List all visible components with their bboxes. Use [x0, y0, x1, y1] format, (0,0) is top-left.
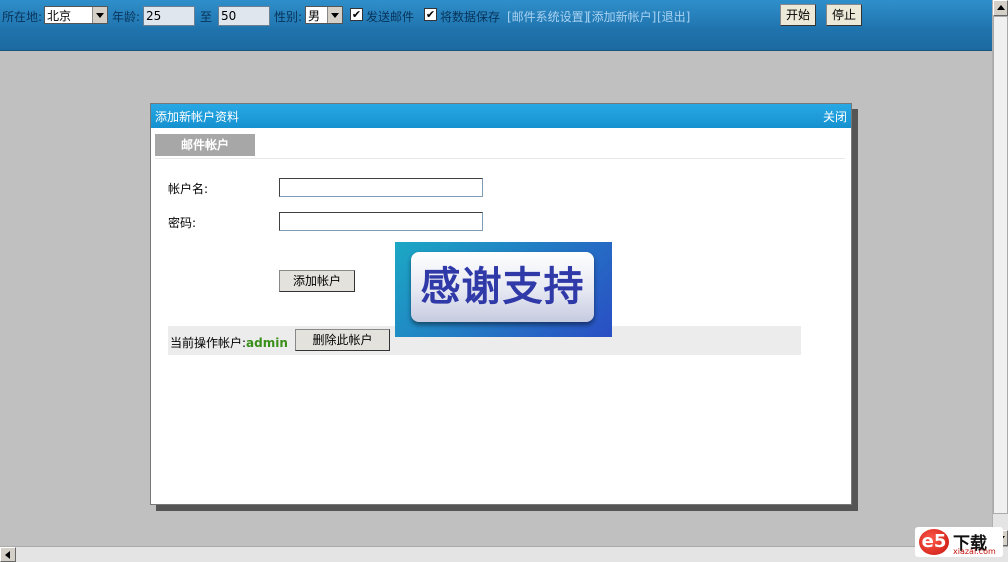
delete-account-button[interactable]: 删除此帐户 — [295, 329, 390, 351]
password-label: 密码: — [168, 216, 197, 230]
chevron-down-icon[interactable] — [92, 7, 107, 23]
thanks-banner: 感谢支持 — [395, 242, 612, 337]
age-max-input[interactable]: 50 — [218, 6, 270, 26]
horizontal-scrollbar[interactable] — [0, 546, 1008, 562]
save-data-checkbox[interactable]: ✔ — [424, 8, 437, 21]
account-name-label: 帐户名: — [168, 182, 209, 196]
logout-link[interactable]: [退出] — [657, 8, 690, 26]
top-toolbar: 所在地: 北京 年龄: 25 至 50 性别: 男 ✔ 发送邮件 ✔ 将数据保存… — [0, 0, 992, 51]
thanks-banner-text: 感谢支持 — [411, 252, 594, 322]
dialog-close-button[interactable]: 关闭 — [823, 108, 847, 125]
start-button[interactable]: 开始 — [780, 4, 817, 26]
location-select[interactable]: 北京 — [44, 6, 108, 24]
stop-button[interactable]: 停止 — [826, 4, 863, 26]
save-data-label: 将数据保存 — [440, 10, 501, 24]
add-account-button[interactable]: 添加帐户 — [279, 270, 355, 292]
gender-label: 性别: — [274, 10, 303, 24]
scroll-left-icon[interactable] — [0, 547, 16, 562]
tab-bar: 邮件帐户 — [155, 134, 845, 159]
current-account-label-text: 当前操作帐户: — [170, 336, 247, 350]
current-account-label: 当前操作帐户:admin — [170, 334, 288, 351]
account-name-input[interactable] — [279, 178, 483, 197]
site-watermark: e5 下载 xiazai.com — [915, 527, 1003, 557]
location-label: 所在地: — [2, 10, 43, 24]
scroll-up-icon[interactable] — [993, 0, 1008, 16]
chevron-down-icon[interactable] — [327, 7, 342, 23]
watermark-url: xiazai.com — [953, 547, 996, 556]
age-label: 年龄: — [112, 10, 141, 24]
send-mail-label: 发送邮件 — [366, 10, 415, 24]
gender-select-value: 男 — [308, 9, 321, 23]
age-to-label: 至 — [200, 10, 213, 24]
send-mail-checkbox[interactable]: ✔ — [350, 8, 363, 21]
dialog-title: 添加新帐户资料 — [155, 110, 240, 124]
mail-settings-link[interactable]: [邮件系统设置] — [507, 8, 588, 26]
vertical-scrollbar[interactable] — [992, 0, 1008, 546]
gender-select[interactable]: 男 — [305, 6, 343, 24]
tab-mail-account[interactable]: 邮件帐户 — [155, 134, 255, 156]
vertical-scroll-thumb[interactable] — [993, 16, 1008, 514]
add-account-link[interactable]: [添加新帐户] — [587, 8, 656, 26]
location-select-value: 北京 — [47, 9, 72, 23]
password-input[interactable] — [279, 212, 483, 231]
current-account-value: admin — [246, 336, 288, 350]
e5-logo-icon: e5 — [919, 529, 949, 555]
dialog-title-bar: 添加新帐户资料 关闭 — [151, 104, 851, 128]
age-min-input[interactable]: 25 — [143, 6, 195, 26]
